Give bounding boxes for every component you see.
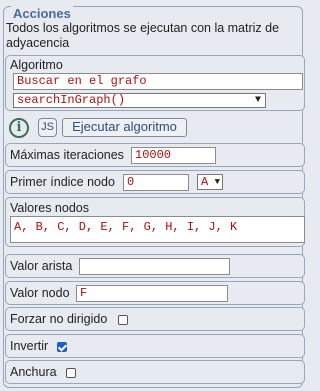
valor-nodo-input[interactable]: F — [76, 285, 228, 302]
js-button[interactable]: JS — [38, 118, 57, 137]
valores-nodos-textarea[interactable]: A, B, C, D, E, F, G, H, I, J, K — [10, 216, 305, 243]
valores-nodos-group: Valores nodos A, B, C, D, E, F, G, H, I,… — [5, 197, 305, 247]
chevron-down-icon: ▼ — [254, 95, 261, 106]
anchura-label: Anchura — [10, 365, 57, 379]
algoritmo-group: Algoritmo Buscar en el grafo searchInGra… — [5, 55, 305, 111]
max-iter-row: Máximas iteraciones 10000 — [5, 143, 305, 167]
valores-nodos-label: Valores nodos — [10, 201, 89, 215]
panel-description: Todos los algoritmos se ejecutan con la … — [6, 21, 280, 50]
run-algorithm-button[interactable]: Ejecutar algoritmo — [62, 118, 187, 137]
anchura-row: Anchura — [5, 360, 305, 384]
valor-arista-label: Valor arista — [10, 259, 73, 273]
primer-indice-input[interactable]: 0 — [123, 174, 189, 191]
anchura-checkbox[interactable] — [66, 368, 76, 378]
primer-indice-row: Primer índice nodo 0 A ▼ — [5, 170, 305, 194]
valor-arista-row: Valor arista — [5, 254, 305, 278]
forzar-label: Forzar no dirigido — [10, 312, 108, 326]
algoritmo-label: Algoritmo — [10, 58, 63, 72]
algorithm-search-input[interactable]: Buscar en el grafo — [13, 73, 303, 90]
forzar-row: Forzar no dirigido — [5, 307, 305, 331]
primer-indice-select-value: A — [201, 175, 209, 189]
max-iter-label: Máximas iteraciones — [10, 148, 124, 162]
max-iter-input[interactable]: 10000 — [131, 147, 216, 164]
invertir-row: Invertir — [5, 334, 305, 358]
valor-arista-input[interactable] — [79, 258, 230, 275]
info-icon[interactable]: i — [9, 118, 29, 138]
invertir-checkbox[interactable] — [57, 342, 67, 352]
forzar-checkbox[interactable] — [118, 315, 128, 325]
valor-nodo-label: Valor nodo — [10, 286, 70, 300]
algorithm-select[interactable]: searchInGraph() ▼ — [13, 93, 266, 108]
chevron-down-icon: ▼ — [214, 177, 220, 187]
primer-indice-label: Primer índice nodo — [10, 175, 115, 189]
valor-nodo-row: Valor nodo F — [5, 281, 305, 305]
primer-indice-select[interactable]: A ▼ — [197, 174, 223, 190]
algorithm-select-value: searchInGraph() — [17, 93, 126, 107]
panel-legend: Acciones — [11, 6, 73, 21]
invertir-label: Invertir — [10, 339, 49, 353]
